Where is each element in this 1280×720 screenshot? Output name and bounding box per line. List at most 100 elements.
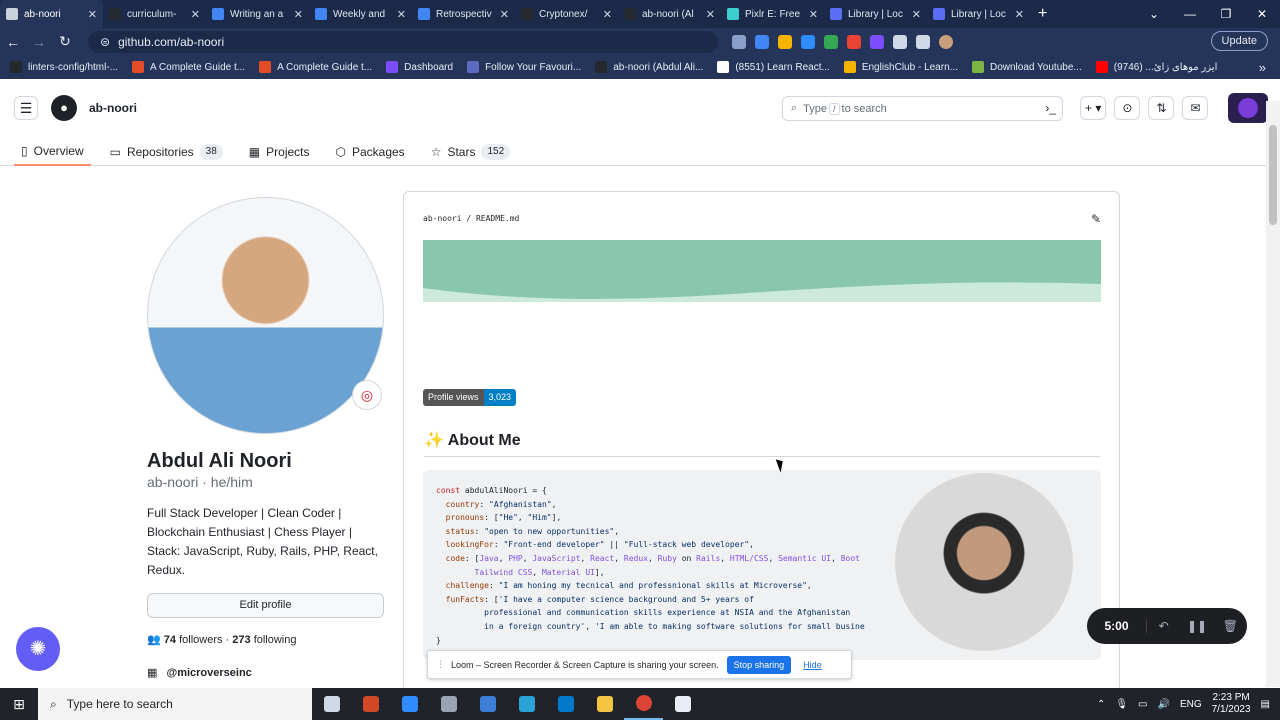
microphone-icon[interactable]: 🎙	[1115, 699, 1128, 710]
app-icon[interactable]	[468, 688, 507, 720]
tab-close-icon[interactable]: ✕	[397, 8, 406, 21]
followers-label[interactable]: followers ·	[179, 634, 229, 646]
browser-tab[interactable]: Pixlr E: Free ✕	[721, 0, 824, 28]
tab-close-icon[interactable]: ✕	[912, 8, 921, 21]
bookmark-item[interactable]: A Complete Guide t...	[132, 61, 245, 73]
browser-tab[interactable]: ab-noori (Al ✕	[618, 0, 721, 28]
browser-tab[interactable]: Weekly and ✕	[309, 0, 412, 28]
taskbar-search-input[interactable]: ⌕ Type here to search	[38, 688, 312, 720]
github-logo-icon[interactable]: ●	[51, 95, 77, 121]
organization-link[interactable]: @microverseinc	[166, 667, 251, 679]
browser-tab[interactable]: Cryptonex/ ✕	[515, 0, 618, 28]
search-input[interactable]: ⌕ Type / to search ›_	[782, 96, 1063, 121]
bookmark-item[interactable]: Dashboard	[386, 61, 453, 73]
profile-avatar[interactable]	[147, 197, 384, 434]
following-label[interactable]: following	[254, 634, 297, 646]
reload-icon[interactable]: ↻	[52, 33, 78, 50]
tab-close-icon[interactable]: ✕	[88, 8, 97, 21]
tab-packages[interactable]: ⬡ Packages	[329, 137, 412, 166]
webcam-bubble[interactable]	[895, 473, 1073, 651]
edit-profile-button[interactable]: Edit profile	[147, 593, 384, 618]
tab-search-icon[interactable]: ⌄	[1136, 0, 1172, 28]
translate-icon[interactable]	[755, 34, 769, 49]
bookmark-item[interactable]: A Complete Guide t...	[259, 61, 372, 73]
tab-close-icon[interactable]: ✕	[500, 8, 509, 21]
following-count[interactable]: 273	[232, 634, 250, 646]
pause-icon[interactable]: ❚❚	[1180, 619, 1213, 633]
bookmark-item[interactable]: linters-config/html-...	[10, 61, 118, 73]
tab-repositories[interactable]: ▭ Repositories 38	[103, 137, 230, 166]
command-palette-icon[interactable]: ›_	[1045, 101, 1056, 115]
app-icon[interactable]	[663, 688, 702, 720]
inbox-icon[interactable]: ✉	[1182, 96, 1209, 120]
menu-icon[interactable]: ☰	[14, 96, 38, 120]
stop-sharing-button[interactable]: Stop sharing	[726, 655, 792, 674]
language-indicator[interactable]: ENG	[1180, 699, 1202, 710]
clock[interactable]: 2:23 PM 7/1/2023	[1212, 692, 1251, 716]
tab-close-icon[interactable]: ✕	[603, 8, 612, 21]
zoom-extension-icon[interactable]	[801, 34, 815, 49]
browser-tab[interactable]: Library | Loc ✕	[927, 0, 1030, 28]
loom-launcher-icon[interactable]: ✺	[16, 627, 60, 671]
site-info-icon[interactable]: ⊜	[100, 35, 110, 49]
url-input[interactable]: ⊜ github.com/ab-noori	[88, 30, 718, 53]
sidepanel-icon[interactable]	[916, 34, 930, 49]
task-view-icon[interactable]	[312, 688, 351, 720]
bookmark-item[interactable]: (8551) Learn React...	[717, 61, 830, 73]
close-window-icon[interactable]: ✕	[1244, 0, 1280, 28]
undo-icon[interactable]: ↶	[1147, 619, 1180, 633]
tab-close-icon[interactable]: ✕	[809, 8, 818, 21]
windows-start-icon[interactable]: ⊞	[0, 696, 38, 713]
tab-stars[interactable]: ☆ Stars 152	[424, 137, 517, 166]
user-avatar[interactable]	[1228, 93, 1268, 123]
create-new-icon[interactable]: + ▾	[1080, 96, 1107, 120]
tab-close-icon[interactable]: ✕	[294, 8, 303, 21]
tab-overview[interactable]: ▯ Overview	[14, 137, 91, 166]
app-icon[interactable]	[507, 688, 546, 720]
settings-icon[interactable]	[429, 688, 468, 720]
back-icon[interactable]: ←	[0, 34, 26, 50]
header-username[interactable]: ab-noori	[89, 101, 137, 115]
notifications-icon[interactable]: ▤	[1261, 699, 1270, 710]
bookmark-item[interactable]: ایزر موهای زائ... (9746)	[1095, 61, 1217, 73]
extension-icon[interactable]	[870, 34, 884, 49]
bookmark-item[interactable]: Download Youtube...	[971, 61, 1082, 73]
puzzle-icon[interactable]	[893, 34, 907, 49]
bookmark-item[interactable]: ab-noori (Abdul Ali...	[595, 61, 703, 73]
vscode-icon[interactable]	[546, 688, 585, 720]
issues-icon[interactable]: ⊙	[1114, 96, 1141, 120]
update-button[interactable]: Update	[1210, 31, 1268, 51]
extension-icon[interactable]	[847, 34, 861, 49]
scrollbar-thumb[interactable]	[1269, 125, 1277, 225]
file-explorer-icon[interactable]	[585, 688, 624, 720]
chevron-up-icon[interactable]: ⌃	[1097, 699, 1105, 710]
tab-close-icon[interactable]: ✕	[706, 8, 715, 21]
tab-close-icon[interactable]: ✕	[191, 8, 200, 21]
profile-avatar-icon[interactable]	[939, 34, 953, 49]
new-tab-button[interactable]: +	[1038, 5, 1047, 23]
tab-close-icon[interactable]: ✕	[1015, 8, 1024, 21]
restore-icon[interactable]: ❐	[1208, 0, 1244, 28]
browser-tab[interactable]: Retrospectiv ✕	[412, 0, 515, 28]
powerpoint-icon[interactable]	[351, 688, 390, 720]
browser-tab[interactable]: Library | Loc ✕	[824, 0, 927, 28]
bookmark-item[interactable]: Follow Your Favouri...	[467, 61, 581, 73]
followers-count[interactable]: 74	[164, 634, 176, 646]
pull-requests-icon[interactable]: ⇅	[1148, 96, 1175, 120]
edit-readme-icon[interactable]: ✎	[1091, 212, 1101, 226]
drag-handle-icon[interactable]: ⋮	[436, 659, 445, 670]
forward-icon[interactable]: →	[26, 34, 52, 50]
bookmark-item[interactable]: EnglishClub - Learn...	[843, 61, 958, 73]
browser-tab[interactable]: ab-noori ✕	[0, 0, 103, 28]
network-icon[interactable]: ▭	[1138, 699, 1147, 710]
cast-icon[interactable]	[732, 34, 746, 49]
trash-icon[interactable]: 🗑	[1214, 619, 1247, 633]
extension-icon[interactable]	[778, 34, 792, 49]
tab-projects[interactable]: ▦ Projects	[242, 137, 317, 166]
chrome-icon[interactable]	[624, 688, 663, 720]
more-bookmarks-icon[interactable]: »	[1259, 60, 1266, 75]
page-scrollbar[interactable]	[1266, 101, 1280, 687]
status-emoji-icon[interactable]: ◎	[352, 380, 382, 410]
minimize-icon[interactable]: —	[1172, 0, 1208, 28]
zoom-icon[interactable]	[390, 688, 429, 720]
